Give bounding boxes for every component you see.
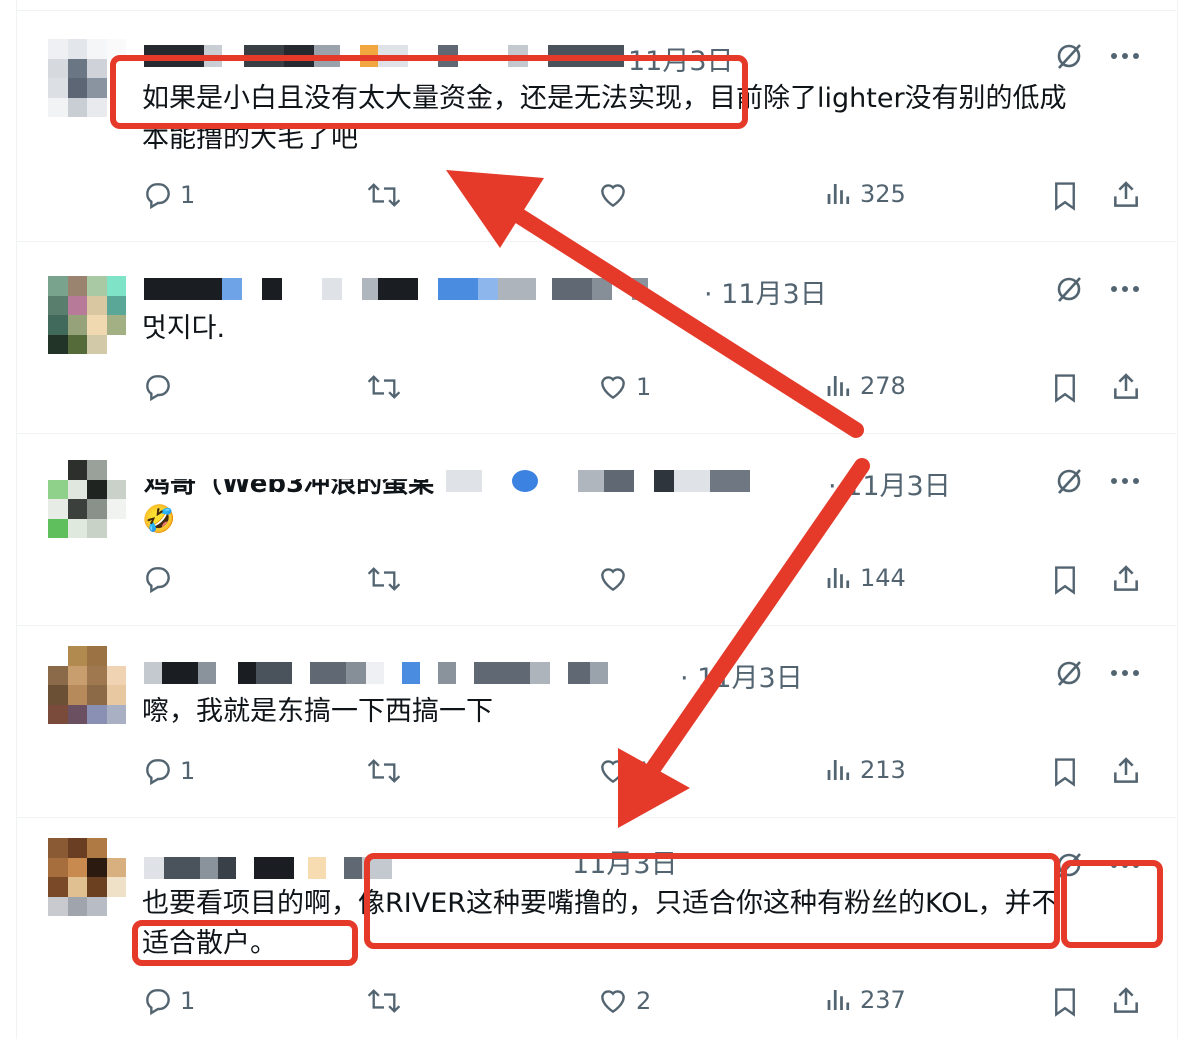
- arrow-up-left: [446, 170, 864, 438]
- annotation-arrows: [446, 170, 870, 828]
- arrow-down-left: [618, 458, 870, 828]
